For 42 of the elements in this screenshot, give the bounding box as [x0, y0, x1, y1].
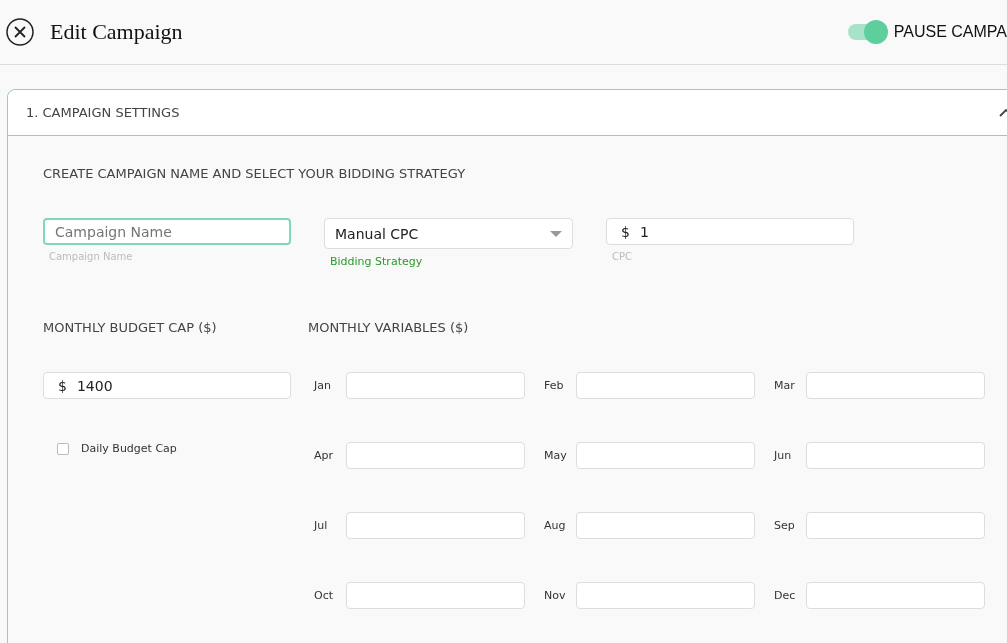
section-heading: MONTHLY VARIABLES ($) [308, 320, 470, 335]
month-label: Nov [544, 589, 567, 602]
section-heading: MONTHLY BUDGET CAP ($) [43, 320, 218, 335]
month-label: Jul [314, 519, 329, 532]
page-title: Edit Campaign [50, 19, 183, 45]
month-field[interactable] [576, 512, 755, 539]
close-icon[interactable] [6, 18, 34, 46]
month-field[interactable] [576, 582, 755, 609]
budget-field[interactable]: $ 1400 [43, 372, 291, 399]
month-field[interactable] [576, 442, 755, 469]
checkbox[interactable] [57, 442, 69, 455]
panel-header[interactable]: 1. CAMPAIGN SETTINGS [8, 90, 1007, 136]
month-label: Sep [774, 519, 796, 532]
month-label: Aug [544, 519, 567, 532]
month-label: Oct [314, 589, 335, 602]
toggle-label: PAUSE CAMPA [893, 23, 1007, 41]
month-field[interactable] [346, 512, 525, 539]
field-caption: Bidding Strategy [330, 255, 424, 268]
month-label: Apr [314, 449, 335, 462]
cpc-field[interactable]: $ 1 [606, 218, 854, 245]
month-label: Jan [314, 379, 332, 392]
month-field[interactable] [346, 442, 525, 469]
month-field[interactable] [806, 582, 985, 609]
month-field[interactable] [346, 372, 525, 399]
month-label: Dec [774, 589, 797, 602]
month-field[interactable] [806, 372, 985, 399]
month-label: Mar [774, 379, 796, 392]
checkbox-label: Daily Budget Cap [81, 442, 177, 455]
field-caption: CPC [612, 251, 633, 262]
month-label: May [544, 449, 568, 462]
month-field[interactable] [346, 582, 525, 609]
month-field[interactable] [806, 442, 985, 469]
field-caption: Campaign Name [49, 251, 134, 262]
bidding-strategy-dropdown[interactable]: Manual CPC [324, 218, 573, 249]
month-field[interactable] [806, 512, 985, 539]
month-field[interactable] [576, 372, 755, 399]
panel-title: 1. CAMPAIGN SETTINGS [26, 105, 180, 120]
dropdown-caret-icon [550, 230, 562, 237]
month-label: Jun [774, 449, 793, 462]
month-label: Feb [544, 379, 565, 392]
section-heading: CREATE CAMPAIGN NAME AND SELECT YOUR BIDDING STRATEGY [43, 166, 467, 181]
campaign-name-field[interactable]: Campaign Name [43, 218, 291, 245]
